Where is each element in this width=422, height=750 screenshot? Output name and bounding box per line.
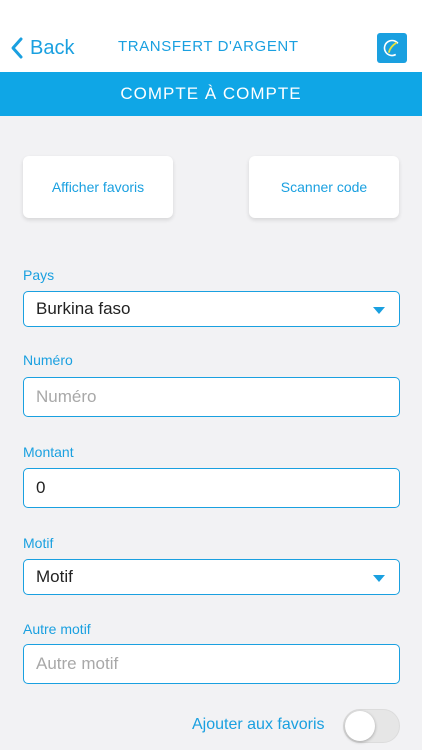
show-favorites-button[interactable]: Afficher favoris xyxy=(23,156,173,218)
country-label: Pays xyxy=(23,267,55,283)
number-input[interactable] xyxy=(36,387,399,407)
logo-mark xyxy=(383,39,401,57)
add-favorite-label: Ajouter aux favoris xyxy=(192,716,325,733)
app-screen: Back TRANSFERT D'ARGENT COMPTE À COMPTE … xyxy=(0,0,422,750)
reason-value: Motif xyxy=(36,567,73,586)
caret-down-icon xyxy=(373,575,385,582)
reason-label: Motif xyxy=(23,535,54,551)
app-logo-icon xyxy=(377,33,407,63)
section-banner: COMPTE À COMPTE xyxy=(0,72,422,116)
amount-field-wrapper xyxy=(23,468,400,508)
amount-label: Montant xyxy=(23,444,74,460)
chevron-left-icon xyxy=(11,37,23,59)
amount-input[interactable] xyxy=(36,478,399,498)
other-reason-input[interactable] xyxy=(36,654,399,674)
show-favorites-label: Afficher favoris xyxy=(51,179,145,195)
number-field-wrapper xyxy=(23,377,400,417)
reason-select[interactable]: Motif xyxy=(23,559,400,595)
country-select[interactable]: Burkina faso xyxy=(23,291,400,327)
back-label: Back xyxy=(30,36,75,59)
scan-code-label: Scanner code xyxy=(280,179,368,195)
other-reason-field-wrapper xyxy=(23,644,400,684)
add-favorite-toggle[interactable] xyxy=(343,709,400,743)
country-value: Burkina faso xyxy=(36,299,131,318)
back-button[interactable]: Back xyxy=(10,33,74,63)
scan-code-button[interactable]: Scanner code xyxy=(249,156,399,218)
number-label: Numéro xyxy=(23,352,73,368)
other-reason-label: Autre motif xyxy=(23,621,91,637)
banner-title: COMPTE À COMPTE xyxy=(120,84,302,103)
toggle-knob xyxy=(345,711,375,741)
page-title: TRANSFERT D'ARGENT xyxy=(118,38,299,55)
navigation-bar: Back TRANSFERT D'ARGENT xyxy=(0,0,422,72)
caret-down-icon xyxy=(373,307,385,314)
